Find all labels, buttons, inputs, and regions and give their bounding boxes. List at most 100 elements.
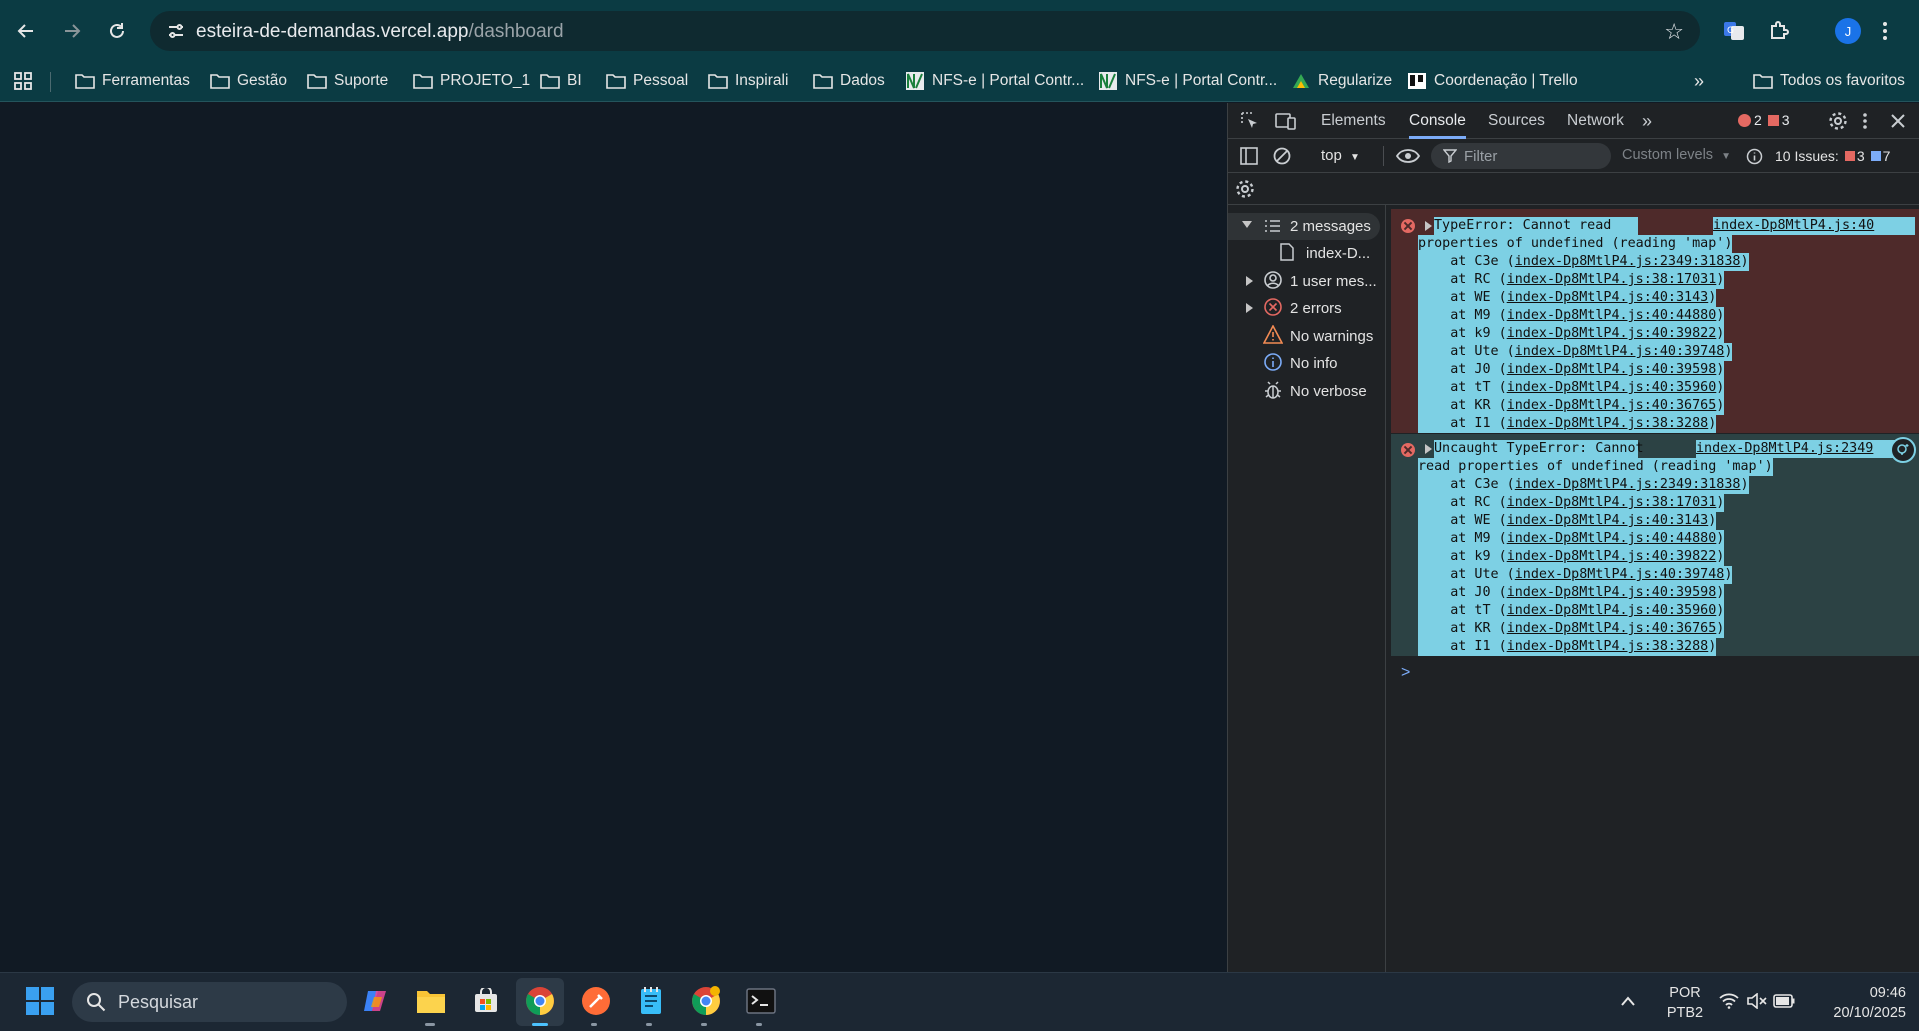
stack-frame-link[interactable]: index-Dp8MtlP4.js:40:36765 <box>1507 621 1717 636</box>
error-source-link[interactable]: index-Dp8MtlP4.js:2349 <box>1696 440 1896 458</box>
inspect-element-icon[interactable] <box>1240 111 1260 131</box>
back-button[interactable] <box>8 10 44 52</box>
issues-button[interactable]: 10 Issues: 3 7 <box>1775 148 1890 164</box>
clear-console-icon[interactable] <box>1272 146 1292 166</box>
stack-frame-link[interactable]: index-Dp8MtlP4.js:40:44880 <box>1507 308 1717 323</box>
stack-frame-link[interactable]: index-Dp8MtlP4.js:40:39822 <box>1507 549 1717 564</box>
chrome-profile-app[interactable] <box>688 983 724 1019</box>
bookmark-label: Inspirali <box>735 72 789 89</box>
site-info-icon[interactable] <box>166 21 186 41</box>
stack-frame-link[interactable]: index-Dp8MtlP4.js:40:39748 <box>1515 344 1725 359</box>
language-indicator[interactable]: POR PTB2 <box>1660 973 1710 1031</box>
stack-frame-link[interactable]: index-Dp8MtlP4.js:40:3143 <box>1507 290 1709 305</box>
toolbar-divider <box>1383 146 1384 166</box>
issue-flag-icon <box>1767 114 1779 126</box>
source-link[interactable]: index-Dp8MtlP4.js:40 <box>1713 218 1874 233</box>
bookmark-trello[interactable]: Coordenação | Trello <box>1407 62 1578 100</box>
more-tabs-chevron-icon[interactable]: » <box>1642 103 1652 139</box>
sidebar-item-warnings[interactable]: No warnings <box>1228 323 1386 350</box>
stack-frame-link[interactable]: index-Dp8MtlP4.js:40:39822 <box>1507 326 1717 341</box>
sidebar-item-messages[interactable]: 2 messages <box>1228 213 1380 240</box>
bookmark-regularize[interactable]: Regularize <box>1291 62 1392 100</box>
sidebar-item-user-messages[interactable]: 1 user mes... <box>1228 268 1386 295</box>
browser-menu-button[interactable] <box>1882 10 1888 52</box>
all-bookmarks-folder[interactable]: Todos os favoritos <box>1753 62 1905 100</box>
profile-button[interactable]: J <box>1835 10 1861 52</box>
device-toolbar-icon[interactable] <box>1275 111 1297 131</box>
sidebar-item-errors[interactable]: 2 errors <box>1228 295 1386 322</box>
taskbar-search-box[interactable]: Pesquisar <box>72 982 347 1022</box>
bookmark-gestao[interactable]: Gestão <box>210 62 287 100</box>
copilot-app[interactable] <box>358 983 394 1019</box>
tab-elements[interactable]: Elements <box>1321 103 1386 139</box>
sidebar-item-file[interactable]: index-D... <box>1228 240 1386 267</box>
close-icon[interactable] <box>1890 113 1906 129</box>
stack-frame-link[interactable]: index-Dp8MtlP4.js:40:35960 <box>1507 603 1717 618</box>
store-app[interactable] <box>468 983 504 1019</box>
stack-frame-link[interactable]: index-Dp8MtlP4.js:38:17031 <box>1507 495 1717 510</box>
log-levels-dropdown[interactable]: Custom levels ▼ <box>1622 147 1731 163</box>
stack-frame-link[interactable]: index-Dp8MtlP4.js:40:44880 <box>1507 531 1717 546</box>
clock[interactable]: 09:46 20/10/2025 <box>1812 973 1912 1031</box>
context-selector[interactable]: top ▼ <box>1321 147 1360 164</box>
sidebar-item-verbose[interactable]: No verbose <box>1228 378 1386 405</box>
stack-frame-link[interactable]: index-Dp8MtlP4.js:40:35960 <box>1507 380 1717 395</box>
apps-button[interactable] <box>14 62 39 100</box>
notepad-app[interactable] <box>633 983 669 1019</box>
forward-button[interactable] <box>54 10 90 52</box>
bookmark-nfse-1[interactable]: NFS-e | Portal Contr... <box>905 62 1084 100</box>
error-message[interactable]: Uncaught TypeError: Cannot index-Dp8MtlP… <box>1391 434 1919 656</box>
tab-sources[interactable]: Sources <box>1488 103 1545 139</box>
address-bar[interactable]: esteira-de-demandas.vercel.app/dashboard… <box>150 11 1700 51</box>
tab-network[interactable]: Network <box>1567 103 1624 139</box>
translate-button[interactable]: G <box>1722 10 1746 52</box>
ai-assist-button[interactable] <box>1890 437 1916 463</box>
console-messages[interactable]: TypeError: Cannot read index-Dp8MtlP4.js… <box>1387 205 1919 972</box>
stack-frame-link[interactable]: index-Dp8MtlP4.js:40:39748 <box>1515 567 1725 582</box>
expand-right-caret-icon[interactable] <box>1425 221 1432 231</box>
postman-app[interactable] <box>578 983 614 1019</box>
devtools-menu-icon[interactable] <box>1862 111 1868 131</box>
bookmark-dados[interactable]: Dados <box>813 62 885 100</box>
start-button[interactable] <box>22 983 58 1019</box>
stack-frame-link[interactable]: index-Dp8MtlP4.js:40:39598 <box>1507 362 1717 377</box>
stack-frame-link[interactable]: index-Dp8MtlP4.js:40:3143 <box>1507 513 1709 528</box>
stack-frame-link[interactable]: index-Dp8MtlP4.js:40:39598 <box>1507 585 1717 600</box>
file-explorer-app[interactable] <box>413 983 449 1019</box>
bookmark-star-icon[interactable]: ☆ <box>1664 19 1684 45</box>
live-expression-eye-icon[interactable] <box>1396 148 1420 164</box>
reload-button[interactable] <box>99 10 135 52</box>
bookmark-suporte[interactable]: Suporte <box>307 62 388 100</box>
stack-frame-link[interactable]: index-Dp8MtlP4.js:38:3288 <box>1507 416 1709 431</box>
sidebar-toggle-icon[interactable] <box>1240 147 1258 165</box>
bookmark-nfse-2[interactable]: NFS-e | Portal Contr... <box>1098 62 1277 100</box>
bookmark-bi[interactable]: BI <box>540 62 582 100</box>
stack-frame-link[interactable]: index-Dp8MtlP4.js:2349:31838 <box>1515 477 1741 492</box>
bookmark-ferramentas[interactable]: Ferramentas <box>75 62 190 100</box>
bookmarks-more-button[interactable]: » <box>1694 62 1704 100</box>
terminal-app[interactable] <box>743 983 779 1019</box>
error-message[interactable]: TypeError: Cannot read index-Dp8MtlP4.js… <box>1391 209 1919 433</box>
quick-settings-button[interactable] <box>1717 973 1795 1031</box>
console-settings-gear-icon[interactable] <box>1235 179 1255 199</box>
source-link[interactable]: index-Dp8MtlP4.js:2349 <box>1696 441 1873 456</box>
stack-frame-close: ) <box>1716 621 1725 636</box>
stack-frame-link[interactable]: index-Dp8MtlP4.js:2349:31838 <box>1515 254 1741 269</box>
error-counter[interactable]: 2 3 <box>1738 112 1790 128</box>
settings-gear-icon[interactable] <box>1828 111 1848 131</box>
tab-console[interactable]: Console <box>1409 103 1466 139</box>
stack-frame-link[interactable]: index-Dp8MtlP4.js:38:17031 <box>1507 272 1717 287</box>
stack-frame-link[interactable]: index-Dp8MtlP4.js:40:36765 <box>1507 398 1717 413</box>
page-viewport[interactable] <box>0 103 1227 972</box>
chrome-app[interactable] <box>522 983 558 1019</box>
stack-frame-link[interactable]: index-Dp8MtlP4.js:38:3288 <box>1507 639 1709 654</box>
sidebar-item-info[interactable]: No info <box>1228 350 1386 377</box>
filter-input[interactable]: Filter <box>1431 143 1611 169</box>
console-prompt-chevron-icon[interactable]: > <box>1401 664 1410 682</box>
expand-right-caret-icon[interactable] <box>1425 444 1432 454</box>
bookmark-projeto-1[interactable]: PROJETO_1 <box>413 62 530 100</box>
extensions-button[interactable] <box>1768 10 1790 52</box>
bookmark-pessoal[interactable]: Pessoal <box>606 62 688 100</box>
bookmark-inspirali[interactable]: Inspirali <box>708 62 788 100</box>
error-source-link[interactable]: index-Dp8MtlP4.js:40 <box>1713 217 1915 235</box>
